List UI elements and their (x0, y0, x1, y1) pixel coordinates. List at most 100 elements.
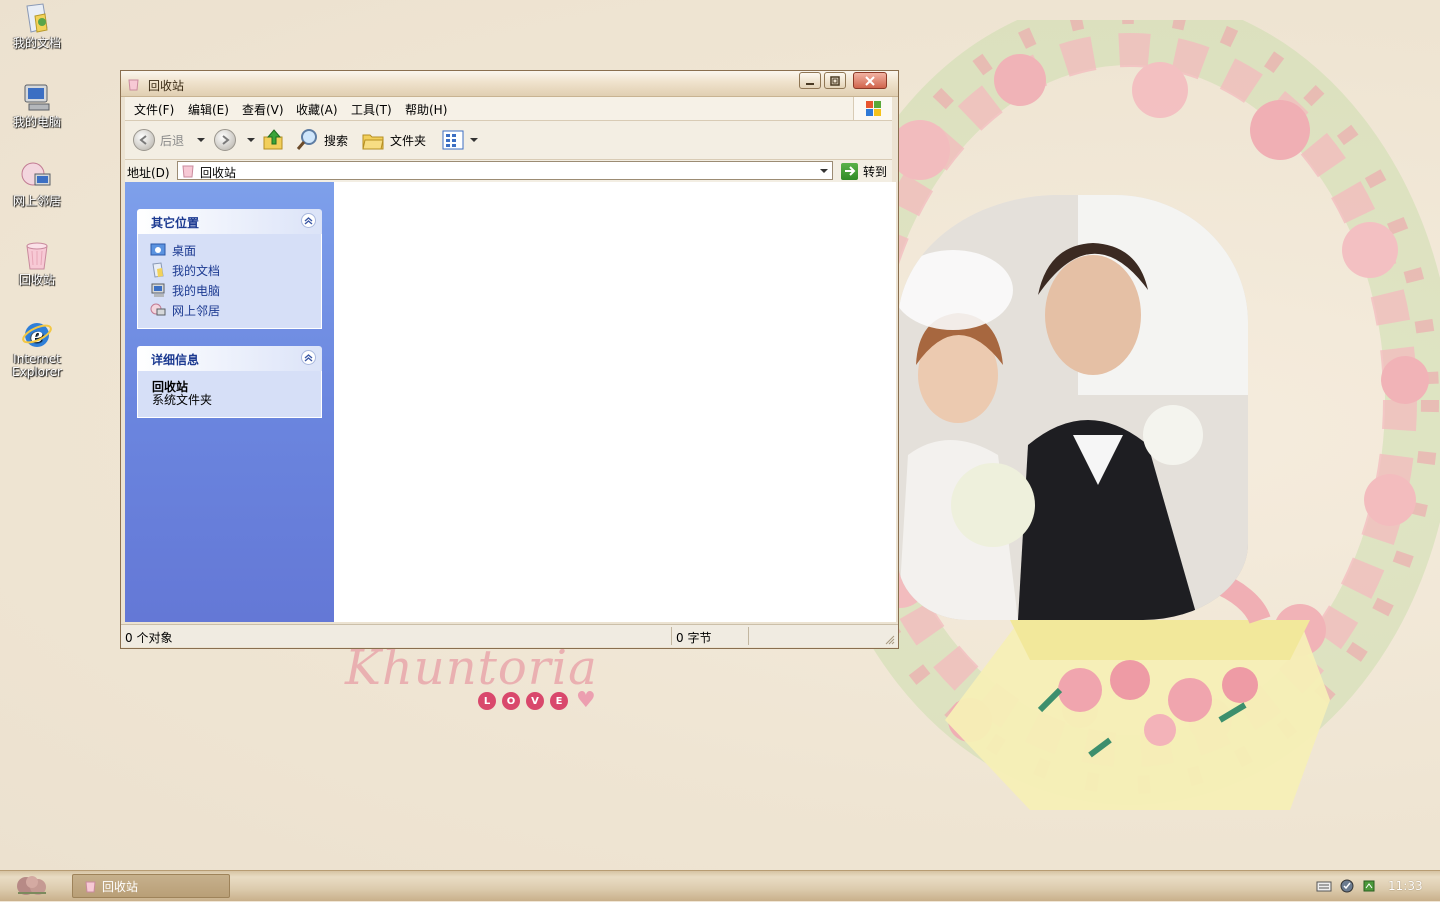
recycle-bin-window[interactable]: 回收站 文件(F) 编辑(E) 查看(V) 收藏(A) 工具(T) 帮助(H) … (120, 70, 899, 649)
status-bar: 0 个对象 0 字节 (121, 624, 898, 647)
network-status-icon[interactable] (1362, 879, 1376, 893)
search-icon (296, 129, 317, 150)
desktop-icon (150, 243, 166, 256)
minimize-icon (806, 82, 814, 85)
menu-help[interactable]: 帮助(H) (405, 101, 447, 118)
network-places-icon (21, 160, 53, 192)
go-button[interactable]: 转到 (841, 161, 887, 181)
desktop-icon-label: Internet Explorer (12, 352, 62, 379)
back-dropdown-icon[interactable] (197, 138, 206, 142)
forward-dropdown-icon[interactable] (247, 138, 255, 142)
love-letter: L (478, 692, 496, 710)
heart-icon: ♥ (576, 688, 596, 713)
taskbar: 回收站 11:33 (0, 870, 1440, 901)
other-places-panel: 其它位置 桌面 我的文档 我的电脑 网上邻居 (137, 209, 322, 329)
desktop-icon-network-places[interactable]: 网上邻居 (1, 160, 73, 208)
folders-button[interactable]: 文件夹 (361, 128, 426, 152)
other-places-link-network-places[interactable]: 网上邻居 (138, 300, 321, 320)
security-shield-icon[interactable] (1340, 879, 1354, 893)
recycle-bin-icon (128, 79, 139, 91)
collapse-chevron-icon[interactable] (301, 350, 316, 365)
maximize-button[interactable] (824, 72, 846, 89)
other-places-header[interactable]: 其它位置 (137, 209, 322, 234)
desktop-icon-label: 我的电脑 (12, 115, 61, 129)
desktop-icon-my-documents[interactable]: 我的文档 (1, 2, 73, 50)
search-button[interactable]: 搜索 (295, 128, 348, 152)
desktop-icon-label: 我的文档 (12, 36, 61, 50)
status-object-count: 0 个对象 (125, 631, 173, 645)
file-list-area[interactable] (334, 182, 896, 622)
address-dropdown-icon[interactable] (820, 169, 828, 173)
desktop-icon-label: 网上邻居 (12, 194, 61, 208)
collapse-chevron-icon[interactable] (301, 213, 316, 228)
forward-button[interactable] (214, 128, 255, 152)
back-arrow-icon (133, 129, 155, 151)
close-icon (865, 75, 875, 86)
recycle-bin-icon (85, 881, 96, 892)
standard-toolbar: 后退 搜索 文件夹 (125, 121, 892, 160)
status-divider (671, 627, 672, 645)
recycle-bin-icon (182, 165, 194, 178)
taskbar-button-label: 回收站 (102, 879, 139, 894)
address-value: 回收站 (200, 166, 237, 180)
recycle-bin-icon (21, 239, 53, 271)
my-computer-icon (151, 283, 165, 297)
folders-icon (362, 134, 384, 150)
views-icon (442, 130, 464, 150)
search-button-label: 搜索 (324, 133, 349, 148)
window-titlebar[interactable]: 回收站 (121, 71, 898, 97)
address-label: 地址(D) (127, 166, 170, 180)
other-places-link-my-documents[interactable]: 我的文档 (138, 260, 321, 280)
link-label: 桌面 (172, 243, 197, 258)
details-title: 详细信息 (151, 353, 200, 367)
love-letter: E (550, 692, 568, 710)
start-button[interactable] (8, 873, 56, 899)
taskbar-button-recycle-bin[interactable]: 回收站 (72, 874, 230, 898)
wedding-photo (898, 195, 1248, 620)
up-folder-icon (263, 129, 283, 150)
link-label: 网上邻居 (172, 303, 221, 318)
other-places-link-my-computer[interactable]: 我的电脑 (138, 280, 321, 300)
internet-explorer-icon: e (21, 318, 53, 350)
keyboard-icon[interactable] (1316, 879, 1332, 893)
up-folder-button[interactable] (262, 128, 286, 152)
other-places-link-desktop[interactable]: 桌面 (138, 240, 321, 260)
other-places-title: 其它位置 (151, 216, 200, 230)
go-arrow-icon (841, 162, 858, 180)
back-button-label: 后退 (160, 133, 185, 148)
menu-favorites[interactable]: 收藏(A) (296, 101, 338, 118)
minimize-button[interactable] (799, 72, 821, 89)
desktop-icon-recycle-bin[interactable]: 回收站 (1, 239, 73, 287)
folders-button-label: 文件夹 (390, 133, 427, 148)
task-pane: 其它位置 桌面 我的文档 我的电脑 网上邻居 详细信息 回收站 系统文件夹 (125, 182, 334, 622)
address-bar: 地址(D) 回收站 转到 (125, 160, 892, 182)
address-field[interactable]: 回收站 (177, 161, 833, 180)
desktop-icon-my-computer[interactable]: 我的电脑 (1, 81, 73, 129)
details-panel: 详细信息 回收站 系统文件夹 (137, 346, 322, 418)
network-places-icon (150, 303, 166, 316)
desktop-icon-label: 回收站 (18, 273, 55, 287)
love-letter: V (526, 692, 544, 710)
views-dropdown-icon (470, 138, 478, 142)
desktop-icon-internet-explorer[interactable]: e Internet Explorer (1, 318, 73, 379)
menu-file[interactable]: 文件(F) (134, 101, 174, 118)
system-tray: 11:33 (1310, 871, 1440, 901)
go-button-label: 转到 (863, 164, 888, 179)
link-label: 我的电脑 (172, 283, 221, 298)
status-divider (748, 627, 749, 645)
close-button[interactable] (853, 72, 887, 89)
menu-edit[interactable]: 编辑(E) (188, 101, 229, 118)
window-title: 回收站 (148, 79, 185, 93)
restore-icon (830, 75, 840, 86)
menu-bar: 文件(F) 编辑(E) 查看(V) 收藏(A) 工具(T) 帮助(H) (125, 97, 892, 121)
back-button[interactable]: 后退 (133, 128, 206, 152)
resize-grip-icon[interactable] (884, 634, 895, 645)
taskbar-clock[interactable]: 11:33 (1388, 879, 1423, 893)
menu-tools[interactable]: 工具(T) (351, 101, 392, 118)
love-letter: O (502, 692, 520, 710)
details-header[interactable]: 详细信息 (137, 346, 322, 371)
my-computer-icon (21, 81, 53, 113)
views-button[interactable] (441, 128, 478, 152)
menu-view[interactable]: 查看(V) (242, 101, 284, 118)
rose-start-icon (17, 876, 46, 895)
